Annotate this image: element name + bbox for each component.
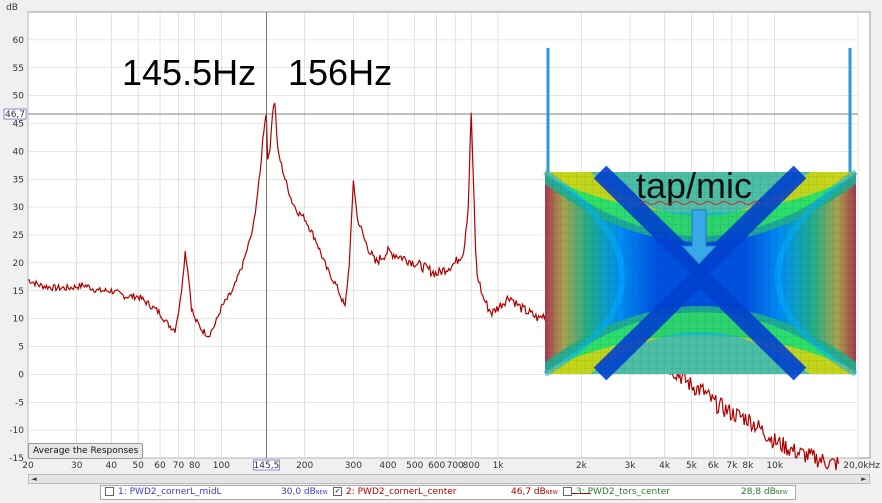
cursor-x-readout: 145,5 [253, 459, 280, 471]
cursor-y-readout: 46,7 [3, 108, 27, 120]
x-tick-label: 70 [173, 461, 185, 471]
x-tick-label: 2k [576, 461, 588, 471]
x-tick-label: 800 [463, 461, 480, 471]
y-tick-label: 50 [13, 92, 25, 102]
legend-label-2: 2: PWD2_cornerL_center [346, 487, 457, 497]
x-tick-label: 50 [132, 461, 144, 471]
y-tick-label: 60 [13, 36, 25, 46]
legend-checkbox-2[interactable]: ✓ [333, 487, 342, 496]
x-tick-label: 400 [379, 461, 396, 471]
y-axis-ticks: -15-10-5051015202530354045505560 [9, 36, 24, 464]
x-tick-label: 40 [106, 461, 118, 471]
y-tick-label: 10 [13, 315, 25, 325]
x-tick-label: 10k [766, 461, 783, 471]
x-axis-ticks: 20 30 40 50 60 70 80 100 200 300 400 500 600 700800 1k… [22, 461, 880, 471]
x-tick-label: 20 [22, 461, 34, 471]
x-tick-label: 80 [189, 461, 201, 471]
x-tick-label: 100 [213, 461, 230, 471]
y-tick-label: -5 [15, 398, 24, 408]
x-tick-label: 300 [345, 461, 362, 471]
x-tick-label: 700 [447, 461, 464, 471]
scroll-left-icon[interactable]: ◄ [29, 475, 39, 483]
x-tick-label: 60 [154, 461, 166, 471]
legend-checkbox-3[interactable] [563, 487, 572, 496]
frequency-response-chart: -15-10-5051015202530354045505560 20 30 40 5… [3, 3, 880, 471]
x-tick-label: 1k [493, 461, 505, 471]
legend-checkbox-1[interactable] [105, 487, 114, 496]
legend-value-1: 30,0 dBNEW [281, 487, 328, 497]
x-tick-label: 4k [659, 461, 671, 471]
y-axis-label: dB [6, 3, 18, 13]
y-tick-label: -10 [9, 426, 24, 436]
scroll-right-icon[interactable]: ► [859, 475, 869, 483]
y-tick-label: 35 [13, 175, 24, 185]
legend-label-1: 1: PWD2_cornerL_midL [118, 487, 222, 497]
y-tick-label: 15 [13, 287, 24, 297]
legend-item-3[interactable]: 3: PWD2_tors_center [563, 486, 670, 499]
cursor-y-label: 46,7 [5, 110, 25, 120]
annotation-156hz: 156Hz [288, 52, 392, 93]
x-tick-label: 7k [726, 461, 738, 471]
y-tick-label: 40 [13, 147, 25, 157]
x-tick-label: 6k [708, 461, 720, 471]
legend-label-3: 3: PWD2_tors_center [576, 487, 670, 497]
legend-item-1[interactable]: 1: PWD2_cornerL_midL [105, 486, 222, 499]
x-tick-label: 20,0kHz [843, 461, 880, 471]
average-responses-button[interactable]: Average the Responses [28, 443, 144, 459]
y-tick-label: 0 [18, 370, 24, 380]
cursor-x-label: 145,5 [254, 461, 280, 471]
x-tick-label: 30 [71, 461, 83, 471]
y-tick-label: 5 [18, 343, 24, 353]
x-tick-label: 5k [686, 461, 698, 471]
y-tick-label: 45 [13, 120, 24, 130]
y-tick-label: 25 [13, 231, 24, 241]
x-tick-label: 200 [296, 461, 313, 471]
x-tick-label: 8k [742, 461, 754, 471]
legend-item-2[interactable]: ✓ 2: PWD2_cornerL_center [333, 486, 457, 499]
y-tick-label: 20 [13, 259, 25, 269]
x-tick-label: 3k [625, 461, 637, 471]
annotation-145hz: 145.5Hz [122, 52, 256, 93]
legend-value-2: 46,7 dBNEW [511, 487, 558, 497]
x-tick-label: 600 [428, 461, 445, 471]
y-tick-label: 30 [13, 203, 25, 213]
annotation-tap-mic: tap/mic [636, 165, 752, 206]
legend: 1: PWD2_cornerL_midL 30,0 dBNEW ✓ 2: PWD2… [100, 485, 796, 500]
y-tick-label: 55 [13, 64, 24, 74]
horizontal-scrollbar[interactable]: ◄ ► [28, 474, 870, 484]
x-tick-label: 500 [406, 461, 423, 471]
legend-value-3: 28,8 dBNEW [741, 487, 788, 497]
